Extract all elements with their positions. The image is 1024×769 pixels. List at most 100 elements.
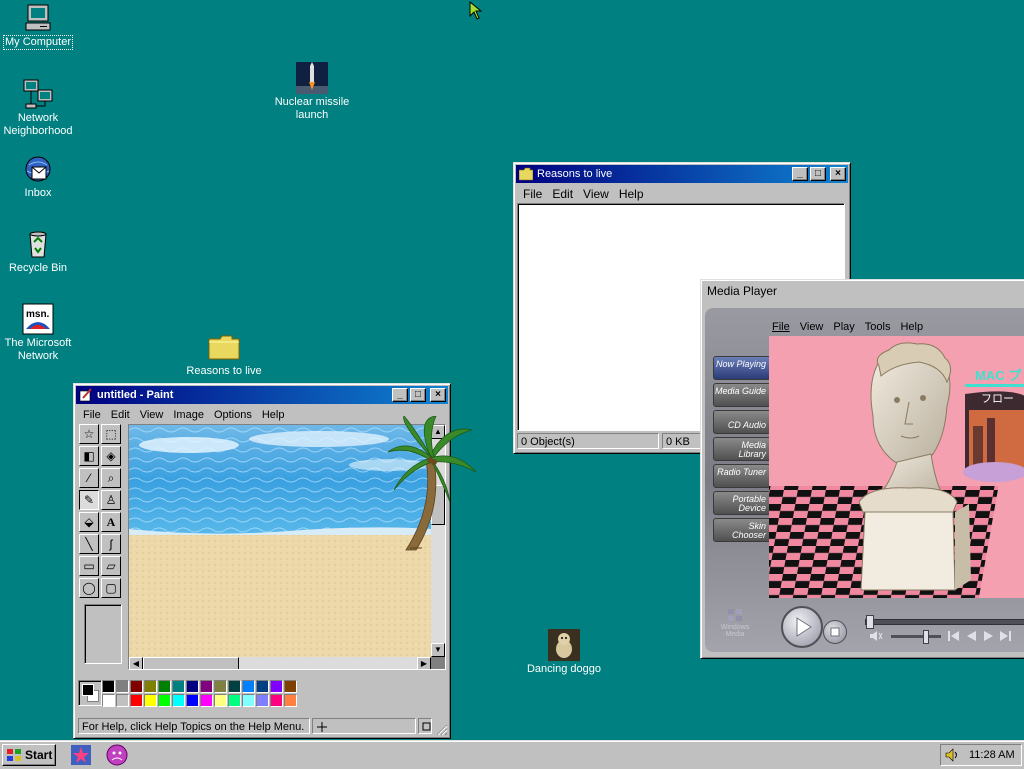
palette-color-swatch[interactable] — [130, 680, 143, 693]
seek-bar[interactable] — [865, 615, 1024, 629]
menu-help[interactable]: Help — [614, 187, 649, 201]
palette-color-swatch[interactable] — [116, 680, 129, 693]
next-track-icon[interactable] — [999, 630, 1013, 642]
rewind-icon[interactable] — [965, 630, 977, 642]
palette-color-swatch[interactable] — [228, 680, 241, 693]
scroll-left-button[interactable]: ◀ — [129, 657, 143, 669]
curve-tool[interactable]: ʃ — [101, 534, 121, 554]
menu-file[interactable]: File — [767, 321, 795, 333]
palette-color-swatch[interactable] — [144, 694, 157, 707]
minimize-button[interactable]: _ — [392, 388, 408, 402]
palette-color-swatch[interactable] — [284, 680, 297, 693]
nav-portable-device[interactable]: Portable Device — [713, 491, 771, 515]
quick-launch-face-icon[interactable] — [106, 744, 128, 766]
seek-thumb[interactable] — [866, 615, 874, 629]
scroll-down-button[interactable]: ▼ — [431, 643, 445, 657]
canvas-horizontal-scrollbar[interactable]: ◀ ▶ — [129, 657, 431, 669]
scroll-thumb[interactable] — [143, 657, 239, 669]
palette-color-swatch[interactable] — [242, 680, 255, 693]
current-colors-box[interactable] — [78, 680, 102, 706]
magnifier-tool[interactable]: ⌕ — [101, 468, 121, 488]
fast-forward-icon[interactable] — [983, 630, 995, 642]
menu-file[interactable]: File — [518, 187, 547, 201]
menu-help[interactable]: Help — [257, 409, 290, 421]
pencil-tool[interactable]: ✎ — [79, 490, 99, 510]
play-button[interactable] — [781, 606, 823, 648]
palette-color-swatch[interactable] — [186, 694, 199, 707]
menu-file[interactable]: File — [78, 409, 106, 421]
maximize-button[interactable]: □ — [410, 388, 426, 402]
palette-color-swatch[interactable] — [214, 680, 227, 693]
palette-color-swatch[interactable] — [242, 694, 255, 707]
palette-color-swatch[interactable] — [102, 694, 115, 707]
palette-color-swatch[interactable] — [172, 694, 185, 707]
media-player-window[interactable]: Media Player File View Play Tools Help N… — [700, 279, 1024, 659]
palette-color-swatch[interactable] — [284, 694, 297, 707]
desktop-icon-my-computer[interactable]: My Computer — [0, 2, 76, 50]
desktop-icon-dancing-doggo[interactable]: Dancing doggo — [524, 629, 604, 676]
palette-color-swatch[interactable] — [102, 680, 115, 693]
menu-edit[interactable]: Edit — [547, 187, 578, 201]
rectangle-tool[interactable]: ▭ — [79, 556, 99, 576]
palette-color-swatch[interactable] — [228, 694, 241, 707]
quick-launch-star-icon[interactable] — [70, 744, 92, 766]
palette-color-swatch[interactable] — [256, 680, 269, 693]
palette-color-swatch[interactable] — [200, 680, 213, 693]
palette-color-swatch[interactable] — [270, 680, 283, 693]
menu-image[interactable]: Image — [168, 409, 209, 421]
tool-options-box[interactable] — [84, 604, 122, 664]
stop-button[interactable] — [823, 620, 847, 644]
palette-color-swatch[interactable] — [186, 680, 199, 693]
desktop-icon-network-neighborhood[interactable]: Network Neighborhood — [0, 78, 76, 138]
start-button[interactable]: Start — [2, 744, 56, 766]
close-button[interactable]: × — [430, 388, 446, 402]
nav-now-playing[interactable]: Now Playing — [713, 356, 771, 380]
menu-view[interactable]: View — [578, 187, 614, 201]
line-tool[interactable]: ╲ — [79, 534, 99, 554]
rect-select-tool[interactable]: ⬚ — [101, 424, 121, 444]
resize-grip-icon[interactable] — [436, 724, 448, 736]
polygon-tool[interactable]: ▱ — [101, 556, 121, 576]
mute-icon[interactable] — [869, 630, 883, 642]
palette-color-swatch[interactable] — [158, 680, 171, 693]
palette-color-swatch[interactable] — [144, 680, 157, 693]
volume-icon[interactable] — [945, 748, 961, 762]
menu-tools[interactable]: Tools — [860, 321, 896, 333]
palette-color-swatch[interactable] — [200, 694, 213, 707]
palette-color-swatch[interactable] — [270, 694, 283, 707]
desktop-icon-reasons-to-live[interactable]: Reasons to live — [180, 331, 268, 378]
video-display[interactable]: MAC プ フロー — [769, 336, 1024, 598]
volume-thumb[interactable] — [923, 630, 930, 644]
brush-tool[interactable]: ♙ — [101, 490, 121, 510]
desktop-icon-inbox[interactable]: Inbox — [0, 153, 76, 200]
text-tool[interactable]: A — [101, 512, 121, 532]
nav-radio-tuner[interactable]: Radio Tuner — [713, 464, 771, 488]
palette-color-swatch[interactable] — [158, 694, 171, 707]
airbrush-tool[interactable]: ⬙ — [79, 512, 99, 532]
scroll-right-button[interactable]: ▶ — [417, 657, 431, 669]
paint-titlebar[interactable]: untitled - Paint _ □ × — [76, 386, 448, 404]
minimize-button[interactable]: _ — [792, 167, 808, 181]
menu-options[interactable]: Options — [209, 409, 257, 421]
menu-view[interactable]: View — [135, 409, 169, 421]
close-button[interactable]: × — [830, 167, 846, 181]
desktop-icon-microsoft-network[interactable]: msn. The Microsoft Network — [0, 303, 76, 363]
nav-skin-chooser[interactable]: Skin Chooser — [713, 518, 771, 542]
free-select-tool[interactable]: ☆ — [79, 424, 99, 444]
rounded-rect-tool[interactable]: ▢ — [101, 578, 121, 598]
maximize-button[interactable]: □ — [810, 167, 826, 181]
explorer-titlebar[interactable]: Reasons to live _ □ × — [516, 165, 848, 183]
fill-tool[interactable]: ◈ — [101, 446, 121, 466]
nav-cd-audio[interactable]: CD Audio — [713, 410, 771, 434]
menu-help[interactable]: Help — [895, 321, 928, 333]
previous-track-icon[interactable] — [947, 630, 961, 642]
nav-media-library[interactable]: Media Library — [713, 437, 771, 461]
desktop-icon-nuclear-missile-launch[interactable]: Nuclear missile launch — [268, 62, 356, 122]
color-picker-tool[interactable]: ⁄ — [79, 468, 99, 488]
palette-color-swatch[interactable] — [172, 680, 185, 693]
menu-play[interactable]: Play — [828, 321, 859, 333]
nav-media-guide[interactable]: Media Guide — [713, 383, 771, 407]
palette-color-swatch[interactable] — [130, 694, 143, 707]
desktop-icon-recycle-bin[interactable]: Recycle Bin — [0, 228, 76, 275]
palette-color-swatch[interactable] — [116, 694, 129, 707]
